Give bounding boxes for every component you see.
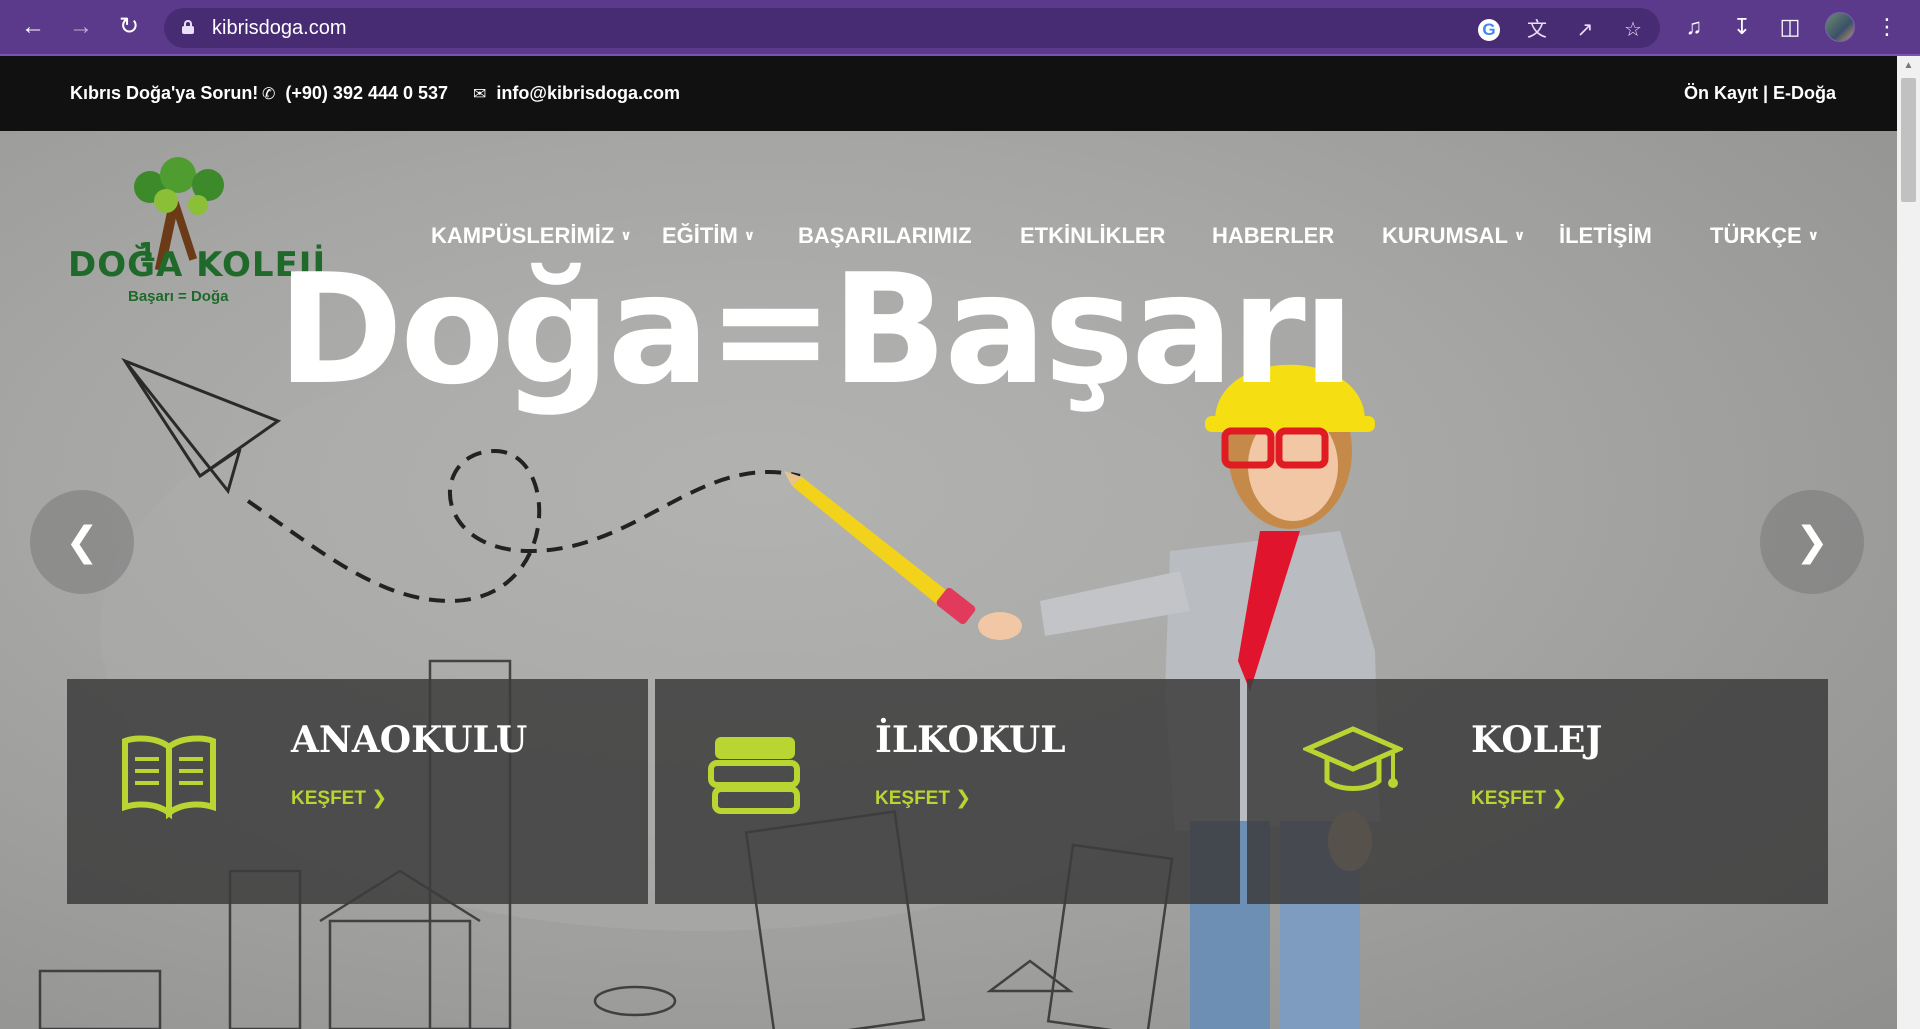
- card-anaokulu[interactable]: ANAOKULU KEŞFET ❯: [67, 679, 648, 904]
- card-ilkokul[interactable]: İLKOKUL KEŞFET ❯: [655, 679, 1240, 904]
- chevron-right-icon: ❯: [371, 788, 388, 809]
- google-icon[interactable]: G: [1478, 19, 1500, 41]
- email-link[interactable]: ✉ info@kibrisdoga.com: [473, 83, 680, 104]
- translate-icon[interactable]: 文: [1526, 19, 1548, 41]
- logo-slogan: Başarı = Doğa: [128, 288, 229, 305]
- chevron-right-icon: ❯: [955, 788, 972, 809]
- chevron-right-icon: ❯: [1795, 520, 1829, 564]
- nav-iletisim[interactable]: İLETİŞİM: [1559, 223, 1652, 249]
- card-explore-link[interactable]: KEŞFET ❯: [875, 787, 971, 810]
- card-kolej[interactable]: KOLEJ KEŞFET ❯: [1247, 679, 1828, 904]
- lock-icon: [182, 20, 194, 34]
- nav-kurumsal[interactable]: KURUMSAL ∨: [1382, 223, 1525, 249]
- chevron-right-icon: ❯: [1551, 788, 1568, 809]
- bookmark-star-icon[interactable]: ☆: [1622, 19, 1644, 41]
- site-logo[interactable]: DOĞA KOLEJİ Başarı = Doğa: [68, 167, 327, 305]
- book-stack-icon: [708, 737, 800, 814]
- scrollbar-thumb[interactable]: [1901, 78, 1916, 202]
- hero-slider: 1 DOĞA KOLEJİ Başarı = Doğa KAMPÜSLERİMİ…: [0, 131, 1897, 1029]
- scroll-up-icon[interactable]: ▲: [1897, 56, 1920, 76]
- logo-wordmark: DOĞA KOLEJİ: [68, 245, 327, 285]
- browser-toolbar: ← → ↻ kibrisdoga.com G 文 ↗ ☆ ♫ ↧ ◫ ⋮: [0, 0, 1920, 56]
- reload-icon[interactable]: ↻: [112, 10, 146, 44]
- download-icon[interactable]: ↧: [1727, 12, 1757, 42]
- phone-icon: ✆: [262, 86, 276, 103]
- back-arrow-icon[interactable]: ←: [16, 10, 50, 44]
- hero-headline: Doğa=Başarı: [277, 241, 1355, 418]
- card-title: İLKOKUL: [875, 719, 1066, 761]
- menu-kebab-icon[interactable]: ⋮: [1872, 12, 1902, 42]
- page-scrollbar[interactable]: ▲: [1897, 56, 1920, 1029]
- slider-prev-button[interactable]: ❮: [30, 490, 134, 594]
- ask-text: Kıbrıs Doğa'ya Sorun!: [70, 83, 259, 103]
- slider-next-button[interactable]: ❯: [1760, 490, 1864, 594]
- top-info-bar: Kıbrıs Doğa'ya Sorun! ✆ (+90) 392 444 0 5…: [0, 56, 1897, 131]
- profile-avatar[interactable]: [1825, 12, 1855, 42]
- graduation-cap-icon: [1303, 726, 1403, 791]
- card-title: ANAOKULU: [291, 719, 528, 761]
- card-title: KOLEJ: [1471, 719, 1603, 761]
- card-explore-link[interactable]: KEŞFET ❯: [1471, 787, 1567, 810]
- share-icon[interactable]: ↗: [1574, 19, 1596, 41]
- envelope-icon: ✉: [473, 86, 487, 103]
- nav-language-turkce[interactable]: TÜRKÇE ∨: [1710, 223, 1819, 249]
- pre-registration-links[interactable]: Ön Kayıt | E-Doğa: [1684, 83, 1836, 104]
- address-bar[interactable]: kibrisdoga.com G 文 ↗ ☆: [164, 8, 1660, 48]
- media-playlist-icon[interactable]: ♫: [1679, 12, 1709, 42]
- url-text[interactable]: kibrisdoga.com: [212, 17, 347, 40]
- card-explore-link[interactable]: KEŞFET ❯: [291, 787, 387, 810]
- chevron-down-icon: ∨: [1807, 227, 1820, 243]
- phone-link[interactable]: ✆ (+90) 392 444 0 537: [262, 83, 448, 104]
- open-book-icon: [122, 735, 216, 819]
- side-panel-icon[interactable]: ◫: [1775, 12, 1805, 42]
- chevron-left-icon: ❮: [65, 520, 99, 564]
- forward-arrow-icon[interactable]: →: [64, 10, 98, 44]
- chevron-down-icon: ∨: [1513, 227, 1526, 243]
